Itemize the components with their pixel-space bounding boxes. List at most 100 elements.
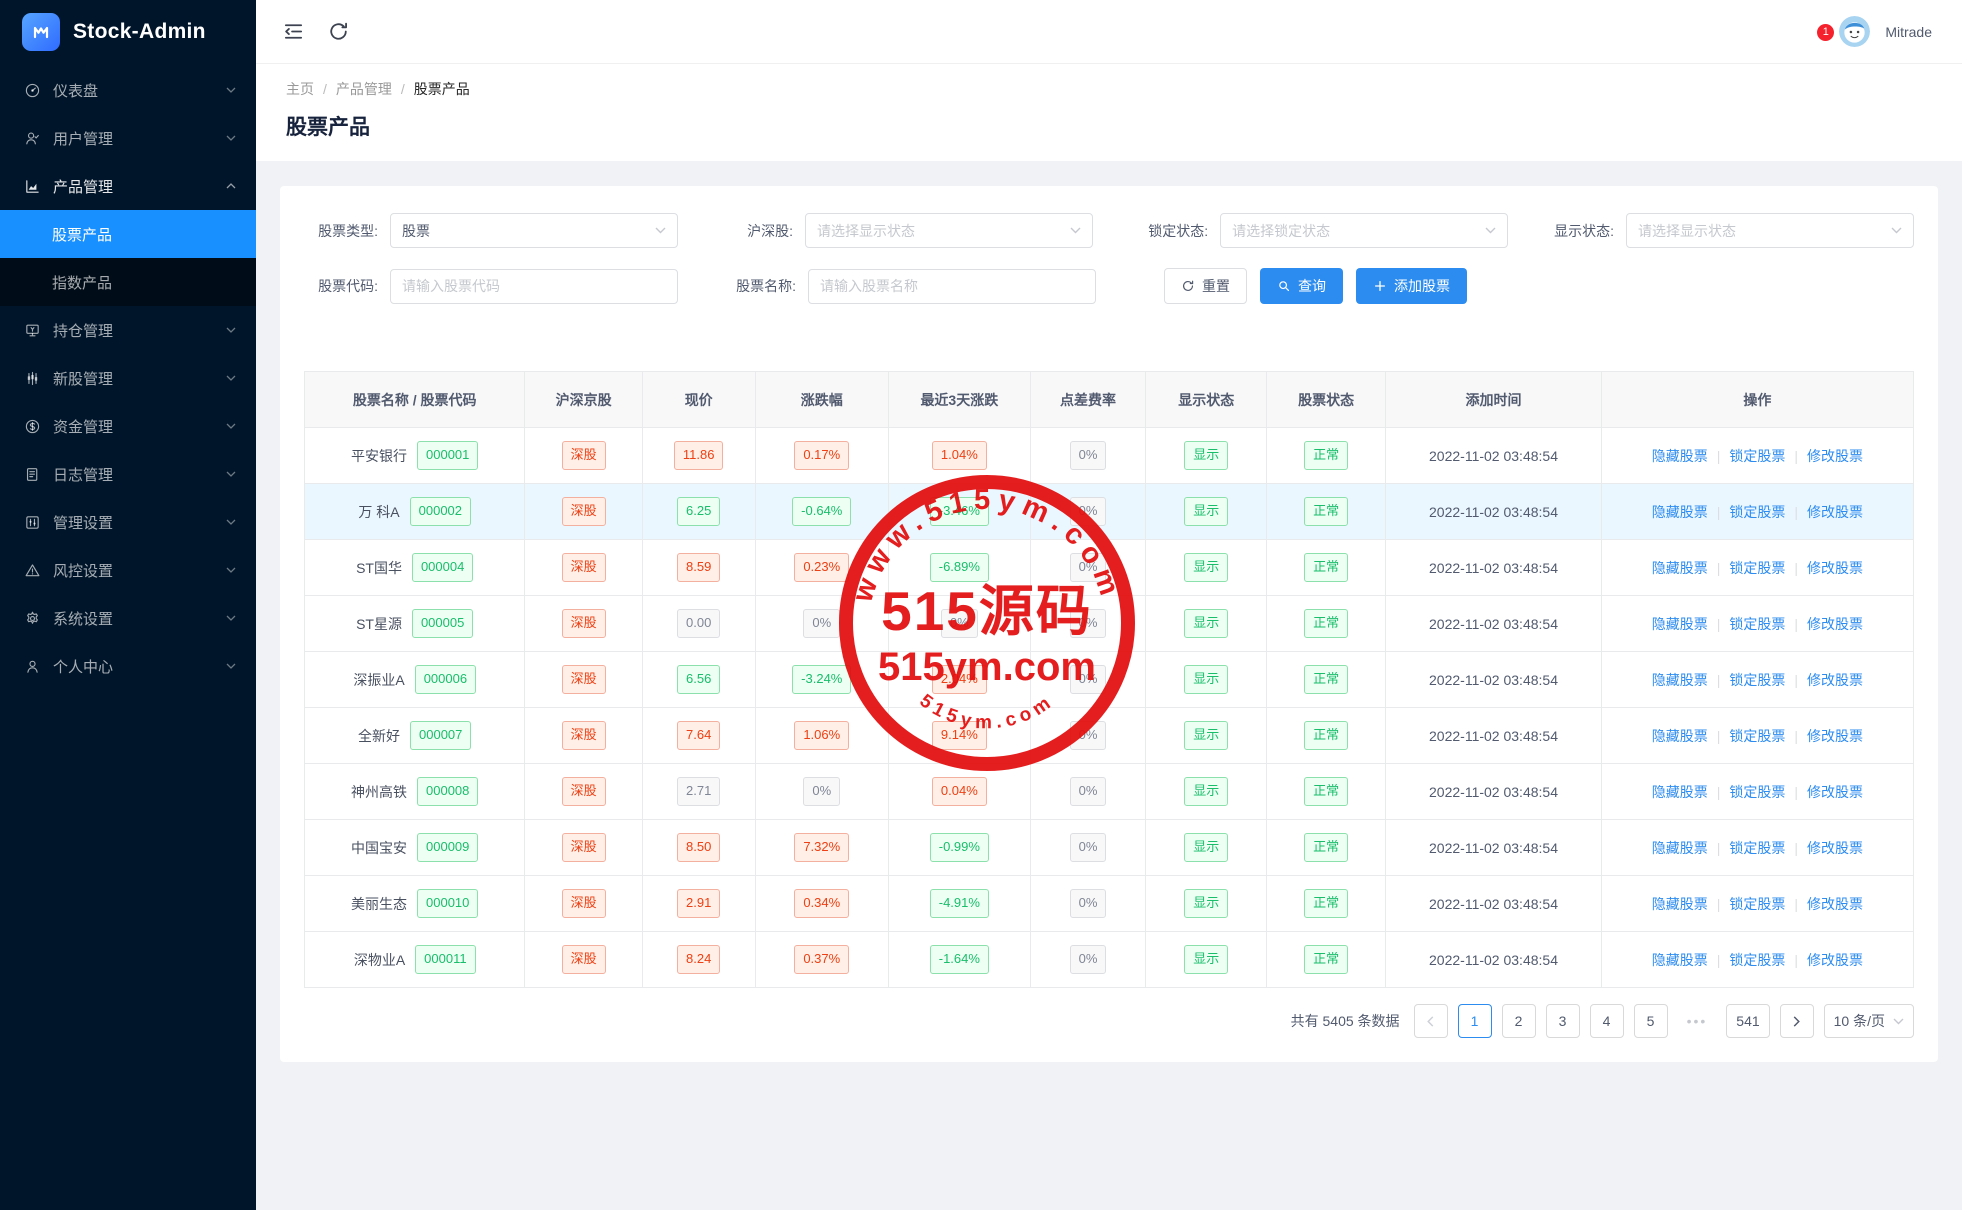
lock-stock-link[interactable]: 锁定股票 <box>1729 784 1785 800</box>
edit-stock-link[interactable]: 修改股票 <box>1807 728 1863 744</box>
avatar[interactable] <box>1839 16 1871 47</box>
edit-stock-link[interactable]: 修改股票 <box>1807 840 1863 856</box>
page-button-1[interactable]: 1 <box>1457 1004 1492 1038</box>
reload-icon[interactable] <box>327 20 350 43</box>
lock-stock-link[interactable]: 锁定股票 <box>1729 840 1785 856</box>
stock-status-badge: 正常 <box>1304 889 1349 918</box>
sidebar-item-position-management[interactable]: 持仓管理 <box>0 306 256 354</box>
lock-stock-link[interactable]: 锁定股票 <box>1729 672 1785 688</box>
edit-stock-link[interactable]: 修改股票 <box>1807 952 1863 968</box>
hide-stock-link[interactable]: 隐藏股票 <box>1652 448 1708 464</box>
lock-stock-link[interactable]: 锁定股票 <box>1729 504 1785 520</box>
hide-stock-link[interactable]: 隐藏股票 <box>1652 560 1708 576</box>
lock-stock-link[interactable]: 锁定股票 <box>1729 952 1785 968</box>
sidebar-item-log-management[interactable]: 日志管理 <box>0 450 256 498</box>
pagination-total: 共有 5405 条数据 <box>1290 1013 1400 1029</box>
hs-stock-select[interactable]: 请选择显示状态 <box>805 213 1094 248</box>
added-time: 2022-11-02 03:48:54 <box>1429 447 1558 464</box>
edit-stock-link[interactable]: 修改股票 <box>1807 560 1863 576</box>
display-status-badge: 显示 <box>1184 721 1229 750</box>
reset-button[interactable]: 重置 <box>1164 268 1247 304</box>
change-badge: 0.34% <box>794 889 850 918</box>
action-divider: | <box>1794 447 1799 464</box>
table-row: ST星源 000005 深股 0.00 0% 0% 0% 显示 正常 2022-11-02 03:… <box>303 595 1915 652</box>
action-divider: | <box>1794 951 1799 968</box>
table-header-cell: 涨跌幅 <box>754 371 890 428</box>
hide-stock-link[interactable]: 隐藏股票 <box>1652 784 1708 800</box>
sidebar-item-dashboard[interactable]: 仪表盘 <box>0 66 256 114</box>
username[interactable]: Mitrade <box>1885 24 1932 40</box>
stock-type-select[interactable]: 股票 <box>390 213 678 248</box>
sidebar-item-product-management[interactable]: 产品管理 <box>0 162 256 210</box>
action-divider: | <box>1794 503 1799 520</box>
action-divider: | <box>1794 727 1799 744</box>
edit-stock-link[interactable]: 修改股票 <box>1807 784 1863 800</box>
sidebar-item-fund-management[interactable]: 资金管理 <box>0 402 256 450</box>
chevron-down-icon <box>655 227 666 234</box>
sidebar-item-stock-products[interactable]: 股票产品 <box>0 210 256 258</box>
sidebar-item-index-products[interactable]: 指数产品 <box>0 258 256 306</box>
sidebar-item-personal-center[interactable]: 个人中心 <box>0 642 256 690</box>
lock-stock-link[interactable]: 锁定股票 <box>1729 896 1785 912</box>
price-badge: 8.50 <box>677 833 721 862</box>
menu-fold-icon[interactable] <box>282 20 305 43</box>
pagination: 共有 5405 条数据 1 2 3 4 5 ••• 541 10 条/页 <box>304 1004 1914 1062</box>
display-status-select[interactable]: 请选择显示状态 <box>1626 213 1914 248</box>
page-button-541[interactable]: 541 <box>1726 1004 1770 1038</box>
lock-stock-link[interactable]: 锁定股票 <box>1729 448 1785 464</box>
price-badge: 7.64 <box>677 721 721 750</box>
sidebar-item-risk-settings[interactable]: 风控设置 <box>0 546 256 594</box>
table-row: 万 科A 000002 深股 6.25 -0.64% -3.46% 0% 显示 正常 2022-1… <box>303 483 1915 540</box>
stock-code-badge: 000007 <box>410 721 472 750</box>
next-page-button[interactable] <box>1779 1004 1814 1038</box>
edit-stock-link[interactable]: 修改股票 <box>1807 448 1863 464</box>
hide-stock-link[interactable]: 隐藏股票 <box>1652 896 1708 912</box>
breadcrumb-item[interactable]: 主页 <box>286 79 314 99</box>
market-badge: 深股 <box>561 497 606 526</box>
page-button-4[interactable]: 4 <box>1589 1004 1624 1038</box>
hide-stock-link[interactable]: 隐藏股票 <box>1652 616 1708 632</box>
added-time: 2022-11-02 03:48:54 <box>1429 783 1558 800</box>
sidebar-item-admin-settings[interactable]: 管理设置 <box>0 498 256 546</box>
stock-products-card: 股票类型: 股票 沪深股: 请选择显示状态 锁定状态: 请选择锁定状态 显示状态… <box>280 186 1938 1062</box>
edit-stock-link[interactable]: 修改股票 <box>1807 896 1863 912</box>
page-button-2[interactable]: 2 <box>1501 1004 1536 1038</box>
breadcrumb: 主页 / 产品管理 / 股票产品 <box>286 79 1932 99</box>
sidebar-item-new-stock-management[interactable]: 新股管理 <box>0 354 256 402</box>
sidebar-item-user-management[interactable]: 用户管理 <box>0 114 256 162</box>
table-header-cell: 现价 <box>641 371 756 428</box>
stock-name-input[interactable] <box>808 268 1096 304</box>
market-badge: 深股 <box>561 777 606 806</box>
add-stock-button[interactable]: 添加股票 <box>1356 268 1467 304</box>
three-day-change-badge: 1.04% <box>931 441 987 470</box>
hide-stock-link[interactable]: 隐藏股票 <box>1652 672 1708 688</box>
action-divider: | <box>1794 559 1799 576</box>
display-status-label: 显示状态: <box>1554 222 1614 239</box>
page-button-5[interactable]: 5 <box>1633 1004 1668 1038</box>
page-size-select[interactable]: 10 条/页 <box>1823 1004 1914 1038</box>
stock-code-input[interactable] <box>390 268 678 304</box>
lock-stock-link[interactable]: 锁定股票 <box>1729 560 1785 576</box>
stock-table: 股票名称 / 股票代码 沪深京股 现价 涨跌幅 最近3天涨跌 点差费率 显示状态 股票状态 添加… <box>303 371 1915 988</box>
stock-name: 美丽生态 <box>351 895 408 912</box>
lock-stock-link[interactable]: 锁定股票 <box>1729 616 1785 632</box>
page-ellipsis[interactable]: ••• <box>1678 1004 1717 1038</box>
lock-stock-link[interactable]: 锁定股票 <box>1729 728 1785 744</box>
hide-stock-link[interactable]: 隐藏股票 <box>1652 728 1708 744</box>
market-badge: 深股 <box>561 553 606 582</box>
hide-stock-link[interactable]: 隐藏股票 <box>1652 504 1708 520</box>
prev-page-button[interactable] <box>1413 1004 1448 1038</box>
breadcrumb-item[interactable]: 产品管理 <box>336 79 392 99</box>
edit-stock-link[interactable]: 修改股票 <box>1807 616 1863 632</box>
lock-status-select[interactable]: 请选择锁定状态 <box>1220 213 1509 248</box>
page-button-3[interactable]: 3 <box>1545 1004 1580 1038</box>
hide-stock-link[interactable]: 隐藏股票 <box>1652 952 1708 968</box>
spread-fee-badge: 0% <box>1069 721 1107 750</box>
sidebar-item-system-settings[interactable]: 系统设置 <box>0 594 256 642</box>
chevron-down-icon <box>226 327 236 333</box>
search-button[interactable]: 查询 <box>1260 268 1343 304</box>
hide-stock-link[interactable]: 隐藏股票 <box>1652 840 1708 856</box>
edit-stock-link[interactable]: 修改股票 <box>1807 504 1863 520</box>
hs-stock-label: 沪深股: <box>747 222 794 239</box>
edit-stock-link[interactable]: 修改股票 <box>1807 672 1863 688</box>
